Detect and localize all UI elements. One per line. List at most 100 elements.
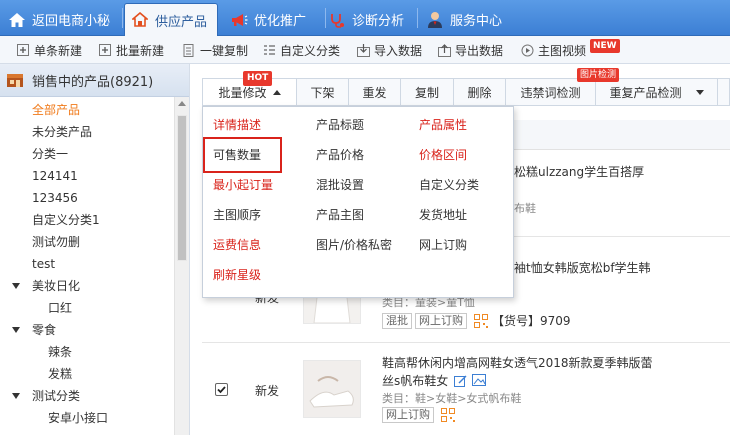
- menu-item-refresh-rating[interactable]: 刷新星级: [213, 264, 261, 286]
- tab-supply-products[interactable]: 供应产品: [124, 3, 218, 36]
- tree-item[interactable]: 124141: [32, 165, 78, 187]
- tab-label: 优化推广: [254, 14, 307, 29]
- menu-item-shipping-address[interactable]: 发货地址: [419, 204, 467, 226]
- custom-category-button[interactable]: 自定义分类: [262, 36, 340, 64]
- tree-expand-caret[interactable]: [12, 283, 20, 289]
- sidebar-scrollbar[interactable]: [174, 97, 189, 435]
- menu-item-product-title[interactable]: 产品标题: [316, 114, 364, 136]
- menu-item-min-order-qty[interactable]: 最小起订量: [213, 174, 273, 196]
- sidebar-header-label: 销售中的产品(8921): [32, 74, 154, 90]
- tree-item[interactable]: 分类一: [32, 143, 68, 165]
- product-title-line2-row: 丝s帆布鞋女: [382, 372, 487, 390]
- one-click-copy-button[interactable]: 一键复制: [182, 36, 248, 64]
- tree-item[interactable]: 未分类产品: [32, 121, 92, 143]
- single-create-button[interactable]: 单条新建: [16, 36, 82, 64]
- chevron-up-icon: [272, 89, 281, 95]
- copy-icon: [182, 43, 196, 57]
- tab-service-center[interactable]: 服务中心: [420, 3, 520, 36]
- batch-icon: [98, 43, 112, 57]
- tab-label: 诊断分析: [352, 14, 405, 29]
- tab-label: 返回电商小秘: [32, 14, 111, 29]
- tab-separator: [417, 8, 418, 28]
- tree-item[interactable]: 零食: [32, 319, 56, 341]
- tree-expand-caret[interactable]: [12, 327, 20, 333]
- copy-button[interactable]: 复制: [401, 79, 454, 105]
- tree-item[interactable]: 辣条: [48, 341, 72, 363]
- row-checkbox[interactable]: [215, 383, 228, 396]
- republish-button[interactable]: 重发: [349, 79, 401, 105]
- banned-word-check-button[interactable]: 违禁词检测: [506, 79, 596, 105]
- tree-item[interactable]: 测试勿删: [32, 231, 80, 253]
- tree-item[interactable]: 发糕: [48, 363, 72, 385]
- export-data-button[interactable]: 导出数据: [437, 36, 503, 64]
- megaphone-icon: [230, 11, 248, 29]
- tree-item[interactable]: 安卓小接口: [48, 407, 108, 429]
- menu-item-product-attributes[interactable]: 产品属性: [419, 114, 467, 136]
- menu-item-product-price[interactable]: 产品价格: [316, 144, 364, 166]
- scrollbar-thumb[interactable]: [177, 115, 187, 261]
- menu-item-main-image-order[interactable]: 主图顺序: [213, 204, 261, 226]
- main-image-video-button[interactable]: 主图视频: [520, 36, 586, 64]
- tree-item[interactable]: 123456: [32, 187, 78, 209]
- import-icon: [356, 43, 370, 57]
- shop-icon: [6, 72, 24, 88]
- tab-back-home[interactable]: 返回电商小秘: [2, 3, 120, 36]
- delete-button[interactable]: 删除: [454, 79, 506, 105]
- import-data-button[interactable]: 导入数据: [356, 36, 422, 64]
- menu-item-mixed-batch[interactable]: 混批设置: [316, 174, 364, 196]
- tree-expand-caret[interactable]: [12, 393, 20, 399]
- row-divider: [202, 342, 730, 343]
- product-tag: 网上订购: [415, 312, 467, 329]
- tree-item-all-products[interactable]: 全部产品: [32, 99, 80, 121]
- product-tag: 网上订购: [382, 407, 434, 423]
- secondary-toolbar: 单条新建 批量新建 一键复制 自定义分类 导入数据 导出数据 主图视频: [0, 36, 730, 64]
- tree-item[interactable]: 口红: [48, 297, 72, 319]
- product-title[interactable]: 鞋高帮休闲内增高网鞋女透气2018新款夏季韩版蕾: [382, 354, 653, 372]
- toolbar-label: 主图视频: [538, 43, 587, 58]
- menu-item-online-order[interactable]: 网上订购: [419, 234, 467, 256]
- menu-item-detail-description[interactable]: 详情描述: [213, 114, 261, 136]
- product-tags: 网上订购: [382, 407, 455, 423]
- menu-item-shipping-info[interactable]: 运费信息: [213, 234, 261, 256]
- tab-optimize-promote[interactable]: 优化推广: [224, 3, 324, 36]
- batch-create-button[interactable]: 批量新建: [98, 36, 164, 64]
- product-action-bar: 批量修改 下架 重发 复制 删除 违禁词检测 重复产品检测: [202, 78, 730, 106]
- tab-diagnosis-analysis[interactable]: 诊断分析: [322, 3, 422, 36]
- menu-item-price-range[interactable]: 价格区间: [419, 144, 467, 166]
- tree-item[interactable]: test: [32, 253, 55, 275]
- menu-item-custom-category[interactable]: 自定义分类: [419, 174, 479, 196]
- toolbar-label: 自定义分类: [280, 43, 341, 58]
- action-label: 重发: [362, 85, 387, 100]
- scroll-up-arrow-icon[interactable]: [178, 101, 186, 106]
- qrcode-icon[interactable]: [474, 313, 488, 328]
- menu-item-product-main-image[interactable]: 产品主图: [316, 204, 364, 226]
- product-tag: 混批: [382, 312, 412, 329]
- category-icon: [262, 43, 276, 57]
- export-icon: [437, 43, 451, 57]
- action-label: 重复产品检测: [609, 85, 682, 100]
- stethoscope-icon: [328, 11, 346, 29]
- action-label: 批量修改: [218, 85, 267, 100]
- chevron-down-icon: [695, 89, 704, 95]
- product-thumbnail[interactable]: [303, 360, 361, 418]
- edit-icon[interactable]: [454, 374, 468, 388]
- product-title[interactable]: 松糕ulzzang学生百搭厚: [514, 163, 644, 181]
- supply-icon: [131, 11, 149, 29]
- action-label: 违禁词检测: [520, 85, 581, 100]
- product-title-line2[interactable]: 丝s帆布鞋女: [382, 372, 448, 390]
- product-tags: 混批 网上订购 【货号】9709: [382, 312, 571, 329]
- qrcode-icon[interactable]: [441, 408, 455, 422]
- tree-item[interactable]: 测试分类: [32, 385, 80, 407]
- action-label: 复制: [414, 85, 439, 100]
- toolbar-label: 一键复制: [200, 43, 249, 58]
- menu-item-image-price-private[interactable]: 图片/价格私密: [316, 234, 392, 256]
- tab-separator: [122, 8, 123, 28]
- tree-item[interactable]: 美妆日化: [32, 275, 80, 297]
- tree-item[interactable]: 自定义分类1: [32, 209, 100, 231]
- home-icon: [8, 11, 26, 29]
- product-title[interactable]: 袖t恤女韩版宽松bf学生韩: [514, 259, 651, 277]
- duplicate-product-check-button[interactable]: 重复产品检测: [596, 79, 718, 105]
- image-icon[interactable]: [472, 374, 487, 388]
- sidebar-header[interactable]: 销售中的产品(8921): [0, 64, 189, 97]
- take-down-button[interactable]: 下架: [297, 79, 349, 105]
